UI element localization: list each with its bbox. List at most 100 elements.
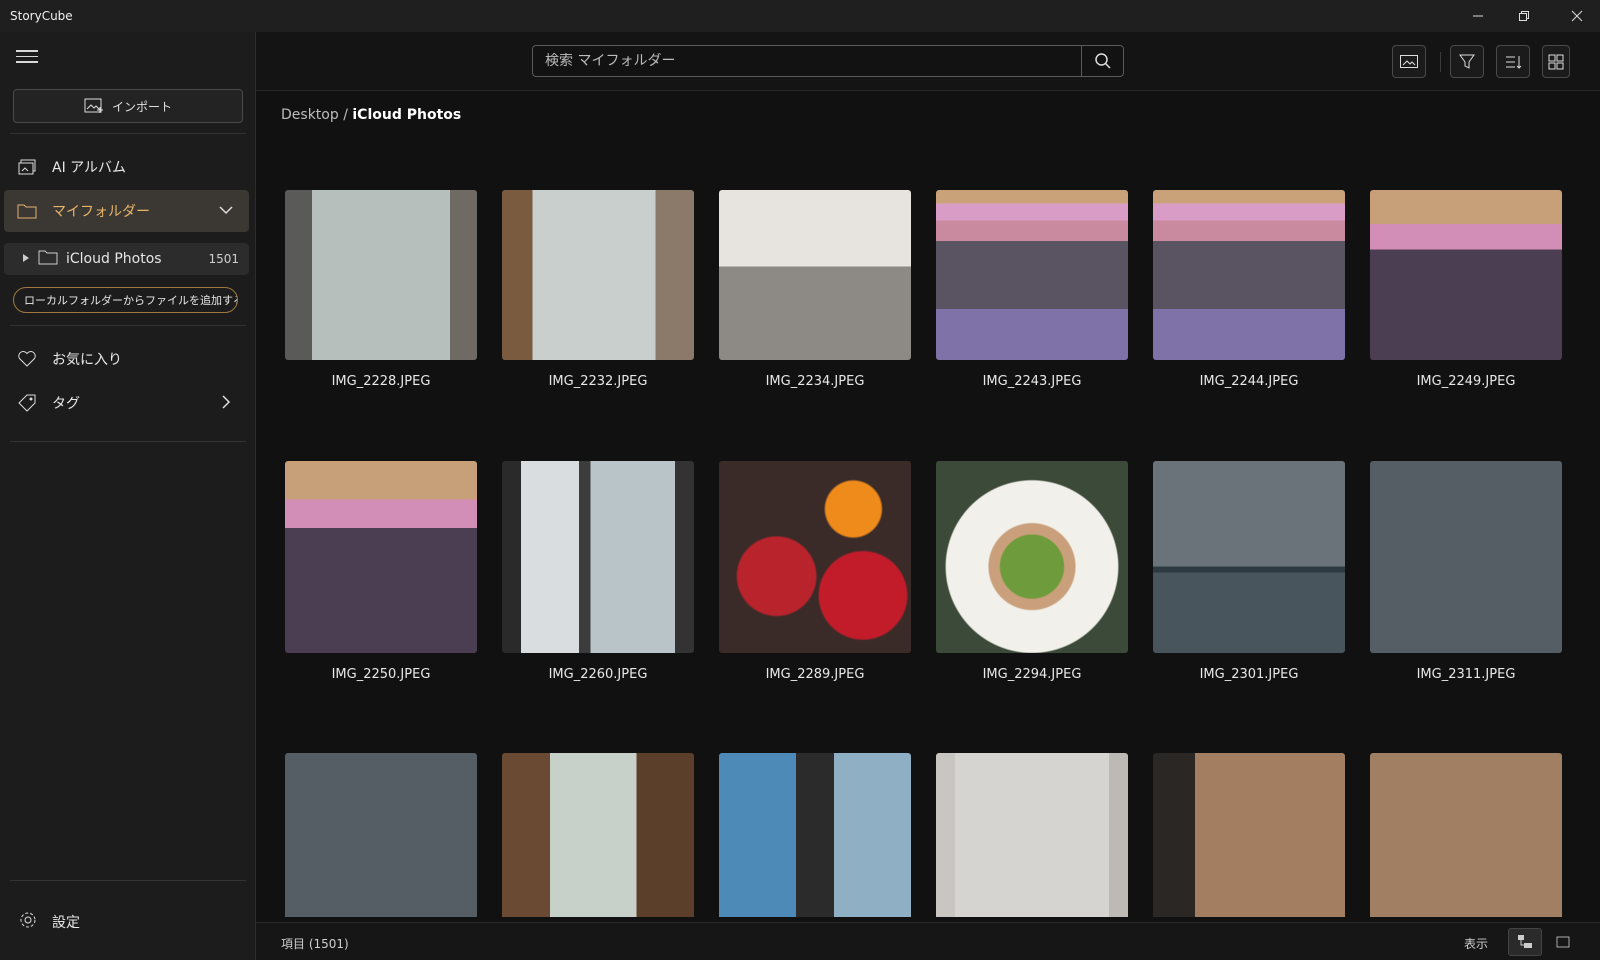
- photo-tile[interactable]: [936, 753, 1128, 917]
- photo-thumbnail[interactable]: [936, 753, 1128, 917]
- photo-thumbnail[interactable]: [1153, 461, 1345, 653]
- photo-tile[interactable]: IMG_2243.JPEG: [936, 190, 1128, 389]
- photo-thumbnail[interactable]: [719, 461, 911, 653]
- photo-tile[interactable]: IMG_2301.JPEG: [1153, 461, 1345, 682]
- list-view-icon: [1556, 936, 1570, 948]
- ai-album-icon: [16, 156, 38, 178]
- toolbar: [256, 32, 1600, 91]
- settings-label: 設定: [52, 915, 80, 931]
- chevron-right-icon[interactable]: [217, 393, 235, 415]
- import-label: インポート: [111, 99, 172, 114]
- photo-thumbnail[interactable]: [1370, 190, 1562, 360]
- minimize-button[interactable]: [1455, 0, 1501, 32]
- photo-filename: IMG_2244.JPEG: [1199, 374, 1299, 389]
- breadcrumb-root[interactable]: Desktop: [281, 107, 339, 123]
- sort-button[interactable]: [1496, 45, 1530, 78]
- photo-thumbnail[interactable]: [719, 190, 911, 360]
- search-button[interactable]: [1081, 46, 1123, 76]
- minimize-icon: [1473, 15, 1483, 17]
- gear-icon: [18, 910, 38, 934]
- import-button[interactable]: インポート: [13, 89, 243, 123]
- photo-filename: IMG_2228.JPEG: [331, 374, 431, 389]
- photo-filename: IMG_2294.JPEG: [982, 667, 1082, 682]
- view-label: 表示: [1464, 937, 1489, 951]
- photo-filename: IMG_2243.JPEG: [982, 374, 1082, 389]
- photo-thumbnail[interactable]: [502, 190, 694, 360]
- filter-button[interactable]: [1450, 45, 1484, 78]
- folder-item-icloud-photos[interactable]: iCloud Photos 1501: [4, 243, 249, 275]
- sidebar: インポート AI アルバム マイフォルダー iCloud Photos 1501…: [0, 32, 256, 960]
- photo-tile[interactable]: [1370, 753, 1562, 917]
- photo-tile[interactable]: [1153, 753, 1345, 917]
- photo-thumbnail[interactable]: [719, 753, 911, 917]
- close-icon: [1571, 10, 1583, 22]
- folder-icon: [16, 200, 38, 222]
- photo-tile[interactable]: IMG_2311.JPEG: [1370, 461, 1562, 682]
- photo-thumbnail[interactable]: [1370, 753, 1562, 917]
- photo-thumbnail[interactable]: [936, 190, 1128, 360]
- item-count: 項目 (1501): [281, 937, 349, 951]
- photo-filename: IMG_2301.JPEG: [1199, 667, 1299, 682]
- photo-tile[interactable]: IMG_2228.JPEG: [285, 190, 477, 389]
- folder-icon: [38, 249, 58, 269]
- photo-tile[interactable]: IMG_2289.JPEG: [719, 461, 911, 682]
- grid-icon: [1548, 54, 1564, 69]
- sidebar-item-label: マイフォルダー: [52, 204, 150, 220]
- photo-thumbnail[interactable]: [502, 753, 694, 917]
- photo-tile[interactable]: IMG_2244.JPEG: [1153, 190, 1345, 389]
- slideshow-icon: [1400, 54, 1418, 68]
- photo-filename: IMG_2289.JPEG: [765, 667, 865, 682]
- sidebar-divider: [10, 441, 246, 442]
- title-bar: StoryCube: [0, 0, 1600, 32]
- photo-tile[interactable]: IMG_2249.JPEG: [1370, 190, 1562, 389]
- sidebar-item-label: お気に入り: [52, 352, 122, 368]
- photo-thumbnail[interactable]: [502, 461, 694, 653]
- folder-name: iCloud Photos: [66, 251, 162, 267]
- photo-thumbnail[interactable]: [1370, 461, 1562, 653]
- sidebar-item-my-folder[interactable]: マイフォルダー: [4, 190, 249, 232]
- settings-button[interactable]: 設定: [4, 902, 249, 942]
- search-box: [532, 45, 1124, 77]
- photo-thumbnail[interactable]: [1153, 753, 1345, 917]
- list-view-button[interactable]: [1546, 928, 1580, 956]
- add-local-label: ローカルフォルダーからファイルを追加する: [24, 294, 238, 307]
- tag-icon: [16, 392, 38, 414]
- sidebar-item-label: タグ: [52, 396, 80, 412]
- sidebar-divider: [10, 325, 246, 326]
- add-local-folder-button[interactable]: ローカルフォルダーからファイルを追加する: [13, 287, 238, 313]
- grid-view-button[interactable]: [1542, 45, 1570, 78]
- photo-tile[interactable]: IMG_2260.JPEG: [502, 461, 694, 682]
- slideshow-button[interactable]: [1392, 45, 1426, 78]
- breadcrumb-separator: /: [343, 107, 348, 123]
- photo-tile[interactable]: [719, 753, 911, 917]
- search-input[interactable]: [533, 53, 1073, 69]
- photo-tile[interactable]: [502, 753, 694, 917]
- photo-filename: IMG_2250.JPEG: [331, 667, 431, 682]
- photo-thumbnail[interactable]: [936, 461, 1128, 653]
- restore-button[interactable]: [1501, 0, 1547, 32]
- status-bar: 項目 (1501) 表示: [256, 922, 1600, 960]
- sidebar-item-favorites[interactable]: お気に入り: [4, 338, 249, 380]
- photo-thumbnail[interactable]: [285, 190, 477, 360]
- expand-arrow-icon[interactable]: [22, 251, 30, 267]
- photo-tile[interactable]: IMG_2232.JPEG: [502, 190, 694, 389]
- sidebar-item-label: AI アルバム: [52, 160, 127, 176]
- photo-tile[interactable]: IMG_2234.JPEG: [719, 190, 911, 389]
- photo-thumbnail[interactable]: [1153, 190, 1345, 360]
- tree-view-button[interactable]: [1508, 928, 1542, 956]
- photo-tile[interactable]: IMG_2294.JPEG: [936, 461, 1128, 682]
- app-title: StoryCube: [10, 9, 73, 23]
- photo-filename: IMG_2234.JPEG: [765, 374, 865, 389]
- sort-icon: [1506, 55, 1522, 69]
- photo-tile[interactable]: IMG_2250.JPEG: [285, 461, 477, 682]
- photo-tile[interactable]: [285, 753, 477, 917]
- restore-icon: [1519, 11, 1529, 21]
- sidebar-divider: [10, 133, 246, 134]
- photo-thumbnail[interactable]: [285, 461, 477, 653]
- sidebar-item-ai-album[interactable]: AI アルバム: [4, 146, 249, 188]
- photo-thumbnail[interactable]: [285, 753, 477, 917]
- close-button[interactable]: [1554, 0, 1600, 32]
- chevron-down-icon[interactable]: [217, 201, 235, 223]
- menu-icon[interactable]: [16, 46, 38, 66]
- sidebar-item-tags[interactable]: タグ: [4, 382, 249, 424]
